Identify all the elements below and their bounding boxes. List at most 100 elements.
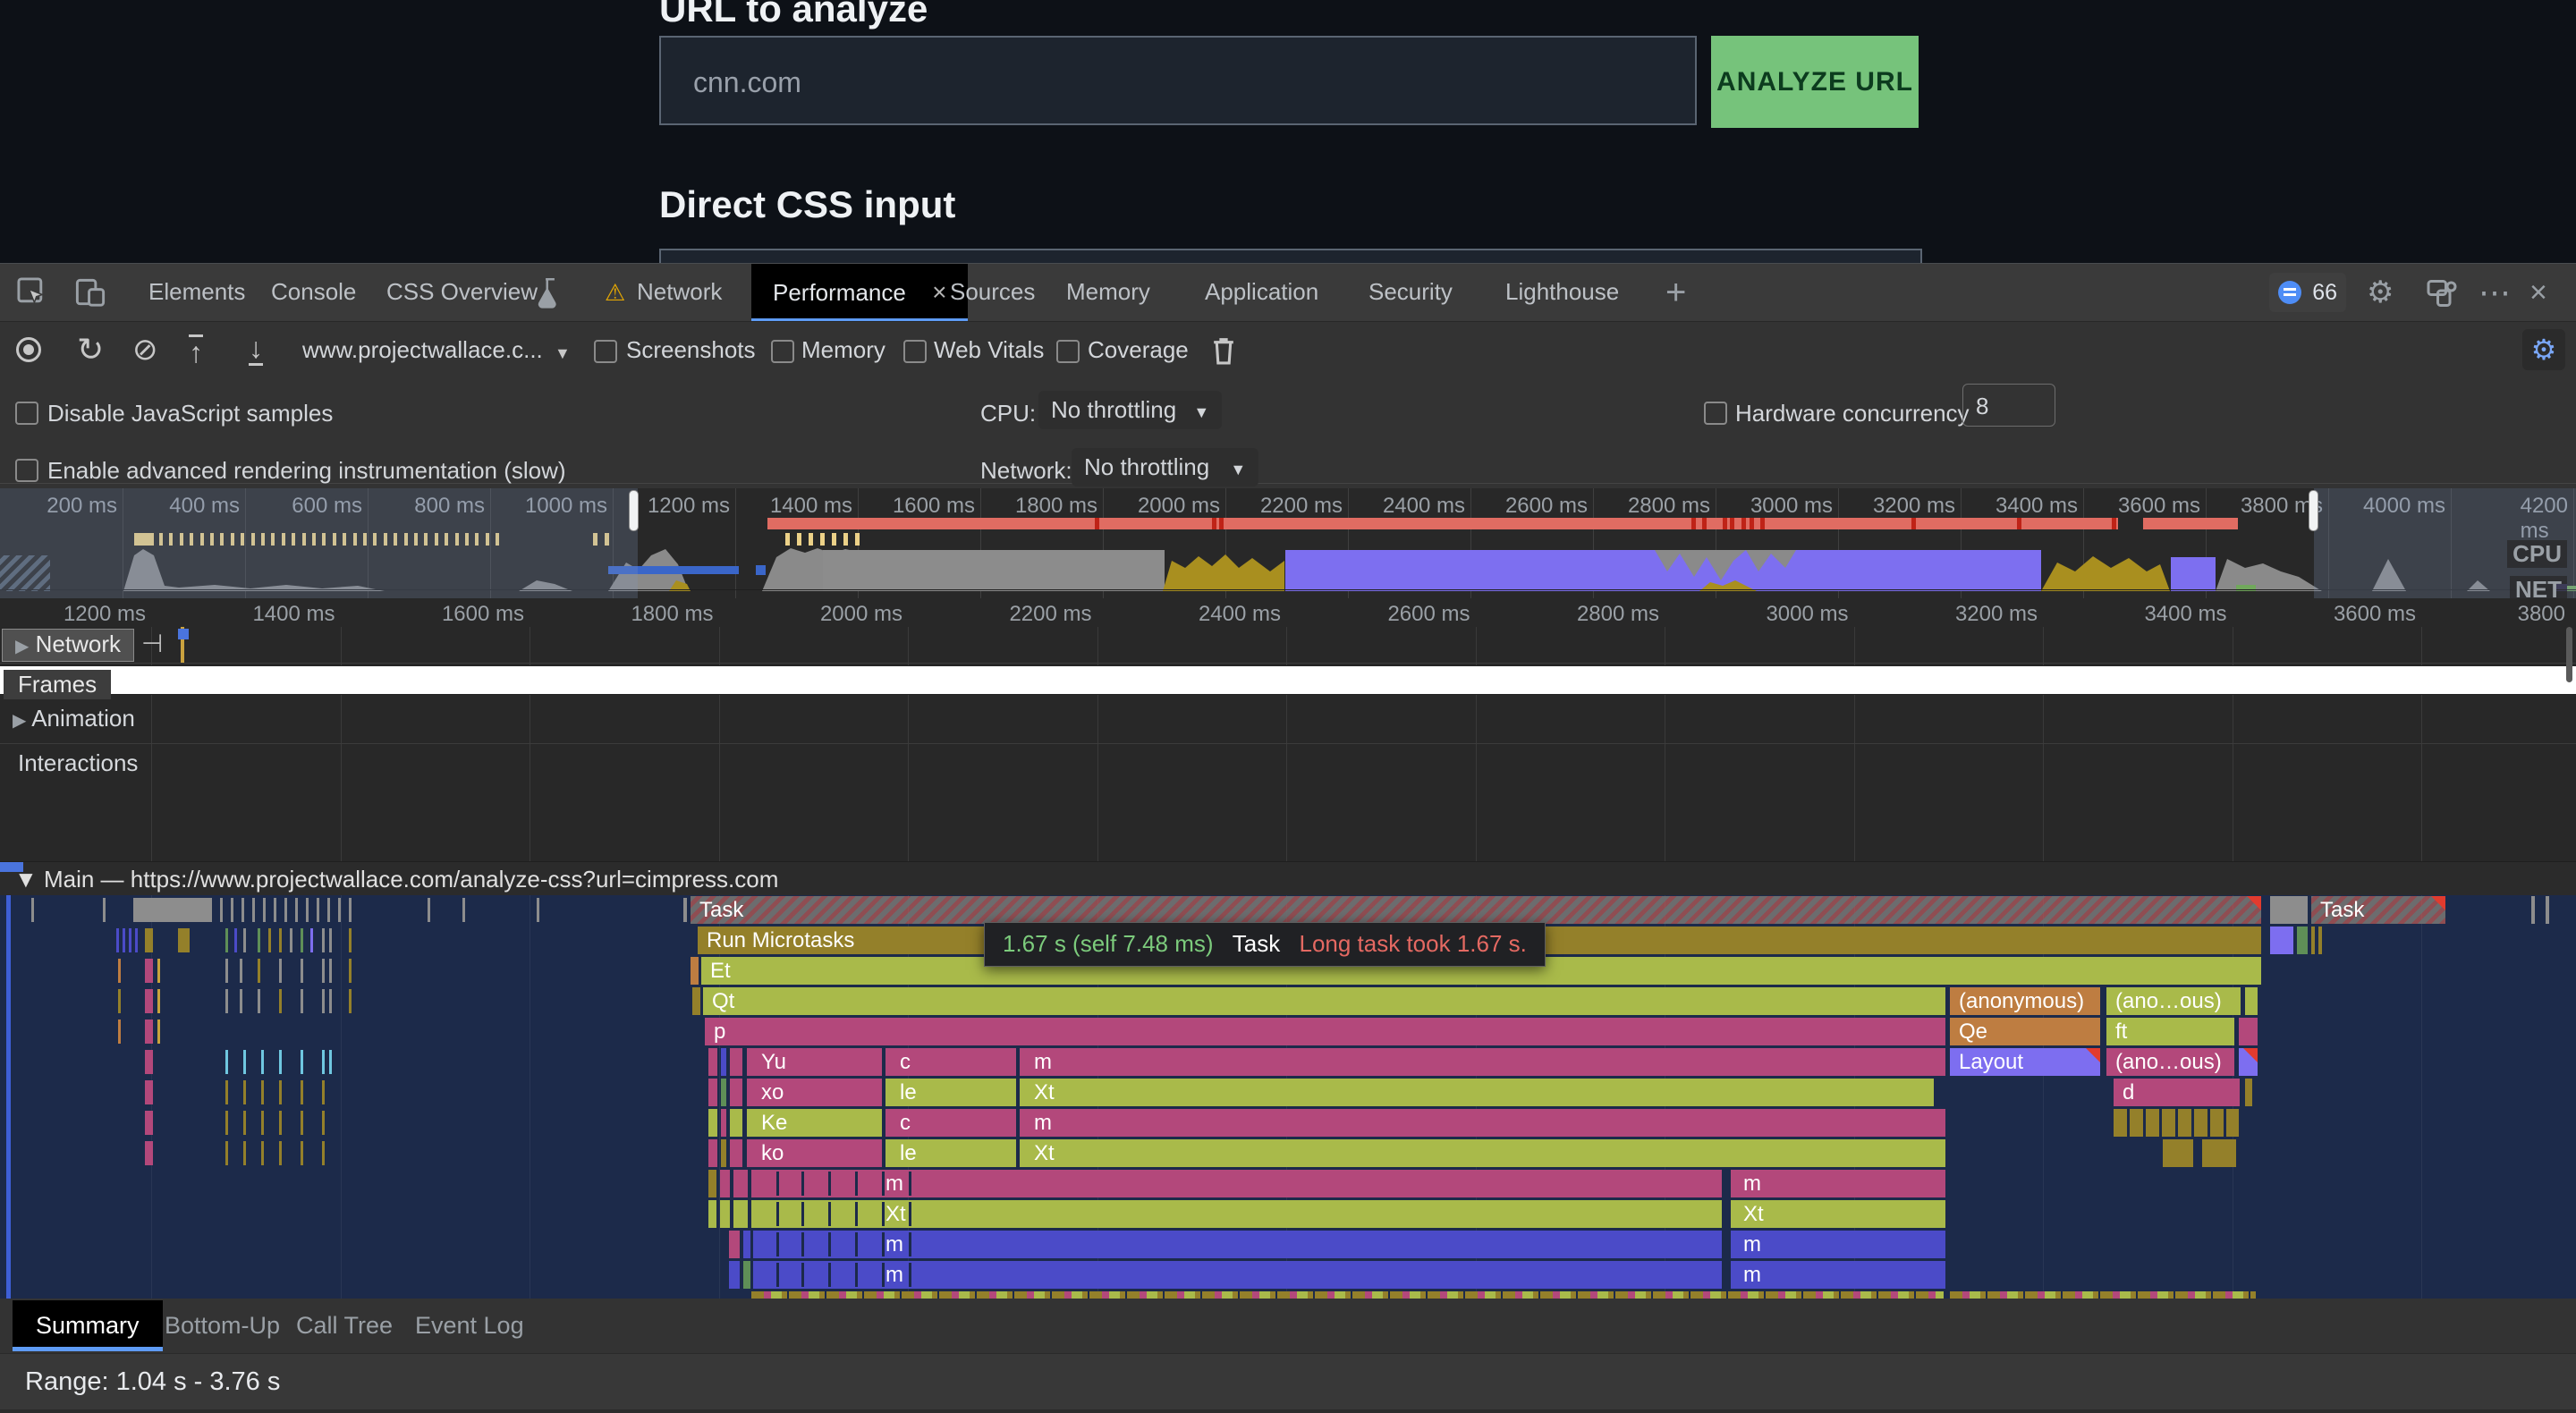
flame-bar-task[interactable]: Task (691, 896, 2261, 924)
flame-bar[interactable] (730, 1079, 742, 1106)
flame-bar[interactable] (751, 1291, 1944, 1299)
flame-bar[interactable] (730, 1109, 742, 1137)
disclosure-icon[interactable]: ▶ (13, 711, 26, 731)
flame-bar-xt[interactable]: Xt (1020, 1079, 1934, 1106)
flame-bar[interactable] (2239, 1048, 2258, 1076)
flame-bar[interactable] (729, 1261, 740, 1289)
memory-checkbox[interactable] (771, 340, 794, 363)
flame-bar[interactable] (730, 1139, 742, 1167)
history-select[interactable]: www.projectwallace.c... (302, 322, 543, 377)
flame-bar-qt[interactable]: Qt (703, 987, 1945, 1015)
flame-bar-m[interactable]: m (1020, 1109, 1945, 1137)
track-network[interactable]: ▶ Network ⊣ (0, 627, 2576, 664)
flame-bar[interactable] (2270, 926, 2293, 954)
flame-bar[interactable] (721, 1139, 726, 1167)
flame-bar-m[interactable]: m (753, 1261, 1722, 1289)
flame-bar[interactable] (720, 1170, 730, 1197)
flame-bar[interactable] (743, 1261, 750, 1289)
flame-bar[interactable] (2210, 1109, 2224, 1137)
flame-bar-xt[interactable]: Xt (1731, 1200, 1945, 1228)
network-track-label[interactable]: ▶ Network (2, 629, 134, 662)
flame-bar[interactable] (730, 1048, 742, 1076)
flame-bar[interactable] (743, 1231, 750, 1258)
flame-bar[interactable] (708, 1079, 717, 1106)
flame-bar[interactable] (708, 1048, 717, 1076)
flame-bar-layout[interactable]: Layout (1950, 1048, 2100, 1076)
flame-bar[interactable] (2239, 1018, 2258, 1045)
flame-bar[interactable] (729, 1231, 740, 1258)
coverage-checkbox[interactable] (1056, 340, 1080, 363)
selection-handle[interactable] (629, 490, 639, 531)
flame-bar[interactable] (720, 1200, 730, 1228)
flame-bar[interactable] (2546, 896, 2549, 924)
more-options-icon[interactable]: ⋯ (2479, 264, 2511, 321)
main-thread-header[interactable]: ▼ Main — https://www.projectwallace.com/… (0, 861, 2576, 895)
flame-bar-xo[interactable]: xo (747, 1079, 882, 1106)
flame-bar[interactable] (692, 987, 700, 1015)
hardware-concurrency-input[interactable]: 8 (1962, 384, 2055, 427)
flame-bar[interactable] (2245, 987, 2258, 1015)
flame-bar[interactable] (2163, 1139, 2193, 1167)
flame-bar-m[interactable]: m (1731, 1261, 1945, 1289)
flame-bar[interactable] (2178, 1109, 2191, 1137)
tab-elements[interactable]: Elements (148, 264, 245, 320)
flame-bar-le[interactable]: le (886, 1079, 1016, 1106)
flame-bar-c[interactable]: c (886, 1048, 1016, 1076)
flame-bar-yu[interactable]: Yu (747, 1048, 882, 1076)
network-throttle-select[interactable]: No throttling ▼ (1072, 448, 1258, 487)
tab-sources[interactable]: Sources (950, 264, 1035, 320)
flame-bar-c[interactable]: c (886, 1109, 1016, 1137)
url-analyze-input[interactable]: cnn.com (659, 36, 1697, 125)
track-animation[interactable]: ▶ Animation (0, 696, 2576, 744)
tab-performance[interactable]: Performance × (751, 264, 968, 321)
close-devtools-icon[interactable]: × (2529, 264, 2547, 321)
flame-bar[interactable] (708, 1139, 717, 1167)
cpu-throttle-select[interactable]: No throttling ▼ (1038, 391, 1222, 429)
flame-bar-anoous[interactable]: (ano…ous) (2106, 987, 2241, 1015)
flame-bar-anoous[interactable]: (ano…ous) (2106, 1048, 2234, 1076)
tab-css-overview[interactable]: CSS Overview (386, 264, 538, 320)
more-tabs-icon[interactable]: + (1665, 264, 1686, 321)
flame-bar-m[interactable]: m (751, 1170, 1722, 1197)
flame-bar[interactable] (733, 1200, 748, 1228)
flame-bar[interactable] (721, 1079, 726, 1106)
device-toolbar-icon[interactable] (73, 276, 107, 310)
flame-bar[interactable] (2130, 1109, 2143, 1137)
timeline-overview[interactable]: 200 ms400 ms600 ms800 ms1000 ms1200 ms14… (0, 488, 2576, 600)
flame-bar[interactable] (2226, 1109, 2239, 1137)
tab-console[interactable]: Console (271, 264, 356, 320)
issues-badge[interactable]: 66 (2269, 273, 2346, 312)
flame-bar[interactable] (2146, 1109, 2159, 1137)
devices-icon[interactable] (2426, 278, 2458, 309)
record-icon[interactable] (16, 337, 41, 362)
flame-bar[interactable] (733, 1170, 748, 1197)
flame-bar-xt[interactable]: Xt (751, 1200, 1722, 1228)
flame-bar[interactable] (721, 1109, 726, 1137)
scrollbar-thumb[interactable] (2566, 627, 2572, 682)
tab-security[interactable]: Security (1368, 264, 1453, 320)
flame-bar[interactable] (2318, 926, 2322, 954)
flame-bar[interactable] (2114, 1109, 2127, 1137)
flame-bar-m[interactable]: m (1731, 1231, 1945, 1258)
clear-icon[interactable]: ⊘ (132, 322, 158, 377)
close-tab-icon[interactable]: × (932, 278, 946, 306)
selection-handle[interactable] (2309, 490, 2318, 531)
tab-summary[interactable]: Summary (13, 1300, 163, 1351)
disable-js-checkbox[interactable] (15, 402, 38, 425)
flame-bar-m[interactable]: m (1731, 1170, 1945, 1197)
track-frames[interactable]: Frames (0, 665, 2576, 695)
chevron-down-icon[interactable]: ▼ (555, 344, 571, 363)
tab-network[interactable]: Network (637, 264, 722, 320)
flame-bar[interactable] (721, 1048, 726, 1076)
tab-event-log[interactable]: Event Log (392, 1300, 547, 1351)
flame-bar[interactable] (2194, 1109, 2207, 1137)
screenshots-checkbox[interactable] (594, 340, 617, 363)
flame-bar[interactable] (708, 1109, 717, 1137)
panel-settings-gear-icon[interactable]: ⚙ (2522, 329, 2565, 370)
flame-bar[interactable] (2531, 896, 2535, 924)
flame-bar-d[interactable]: d (2114, 1079, 2240, 1106)
advanced-rendering-checkbox[interactable] (15, 459, 38, 482)
track-interactions[interactable]: Interactions (0, 744, 2576, 778)
flame-bar-qe[interactable]: Qe (1950, 1018, 2100, 1045)
flame-bar[interactable] (2202, 1139, 2236, 1167)
